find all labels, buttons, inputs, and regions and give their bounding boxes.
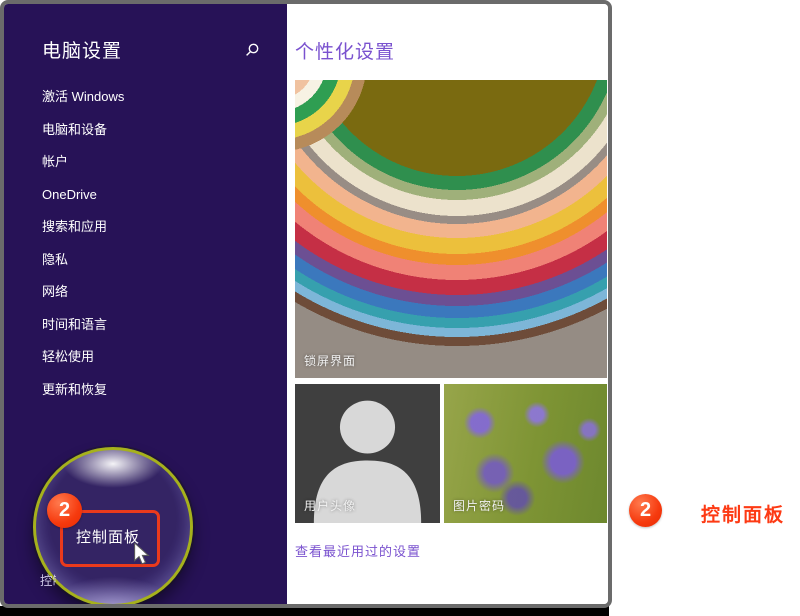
- pc-settings-window: 电脑设置 激活 Windows 电脑和设备 帐户 OneDrive 搜索和应用 …: [0, 0, 612, 608]
- user-avatar-tile[interactable]: 用户头像: [295, 384, 440, 523]
- picture-password-caption: 图片密码: [453, 497, 505, 514]
- lock-screen-tile[interactable]: 锁屏界面: [295, 80, 607, 378]
- sidebar-nav: 激活 Windows 电脑和设备 帐户 OneDrive 搜索和应用 隐私 网络…: [42, 88, 272, 413]
- search-icon: [244, 42, 260, 58]
- callout-control-panel-label: 控制面板: [701, 500, 785, 527]
- sidebar-header: 电脑设置: [42, 36, 262, 63]
- sidebar-item-update-and-recovery[interactable]: 更新和恢复: [42, 381, 272, 414]
- sidebar-title: 电脑设置: [42, 36, 122, 63]
- step-2-badge-bubble: 2: [47, 493, 82, 528]
- sidebar-item-privacy[interactable]: 隐私: [42, 251, 272, 284]
- recent-settings-link[interactable]: 查看最近用过的设置: [295, 541, 421, 560]
- mouse-cursor-icon: [133, 543, 150, 571]
- sidebar-item-accounts[interactable]: 帐户: [42, 153, 272, 186]
- control-panel-button-label: 控制面板: [76, 526, 140, 547]
- sidebar-item-pc-and-devices[interactable]: 电脑和设备: [42, 121, 272, 154]
- page-title: 个性化设置: [295, 37, 395, 64]
- picture-password-tile[interactable]: 图片密码: [444, 384, 607, 523]
- step-2-badge-callout: 2: [629, 494, 662, 527]
- sidebar-item-time-and-language[interactable]: 时间和语言: [42, 316, 272, 349]
- sidebar-item-network[interactable]: 网络: [42, 283, 272, 316]
- sidebar-item-control-panel[interactable]: 控制面板: [40, 570, 56, 589]
- lock-screen-caption: 锁屏界面: [304, 352, 356, 369]
- magnifier-bubble: 控制面板: [33, 447, 193, 607]
- personalization-pane: 个性化设置 锁屏界面 用户头像 图片密码 查看最近用过的设置: [287, 4, 608, 604]
- sidebar-item-activate-windows[interactable]: 激活 Windows: [42, 88, 272, 121]
- search-button[interactable]: [242, 40, 262, 60]
- sidebar-item-ease-of-access[interactable]: 轻松使用: [42, 348, 272, 381]
- screenshot-stage: 电脑设置 激活 Windows 电脑和设备 帐户 OneDrive 搜索和应用 …: [0, 0, 800, 616]
- sidebar-item-search-and-apps[interactable]: 搜索和应用: [42, 218, 272, 251]
- user-avatar-caption: 用户头像: [304, 497, 356, 514]
- sidebar-item-onedrive[interactable]: OneDrive: [42, 186, 272, 219]
